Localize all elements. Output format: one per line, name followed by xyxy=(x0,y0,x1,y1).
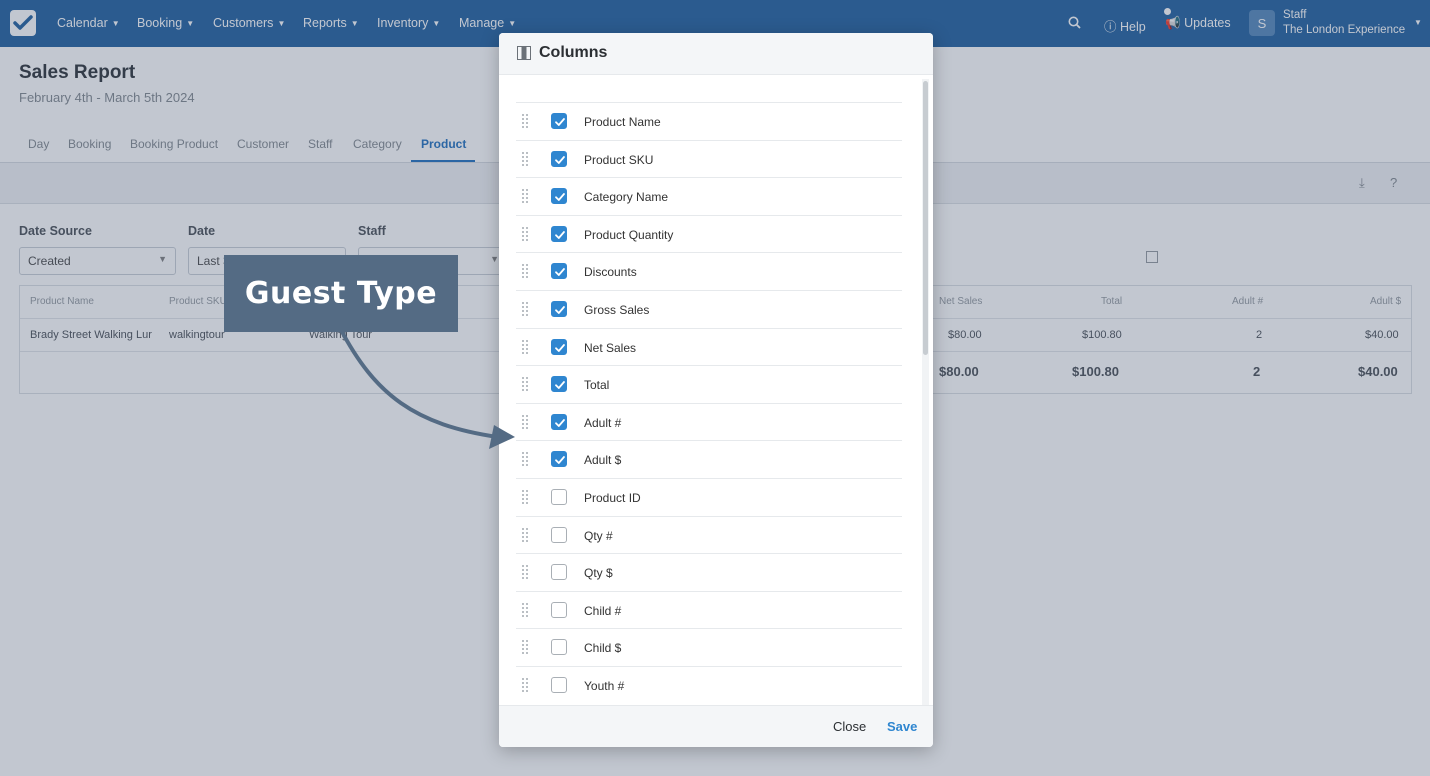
annotation-arrow xyxy=(338,326,515,449)
annotation-callout: Guest Type xyxy=(224,255,458,332)
callout-text: Guest Type xyxy=(244,276,438,311)
